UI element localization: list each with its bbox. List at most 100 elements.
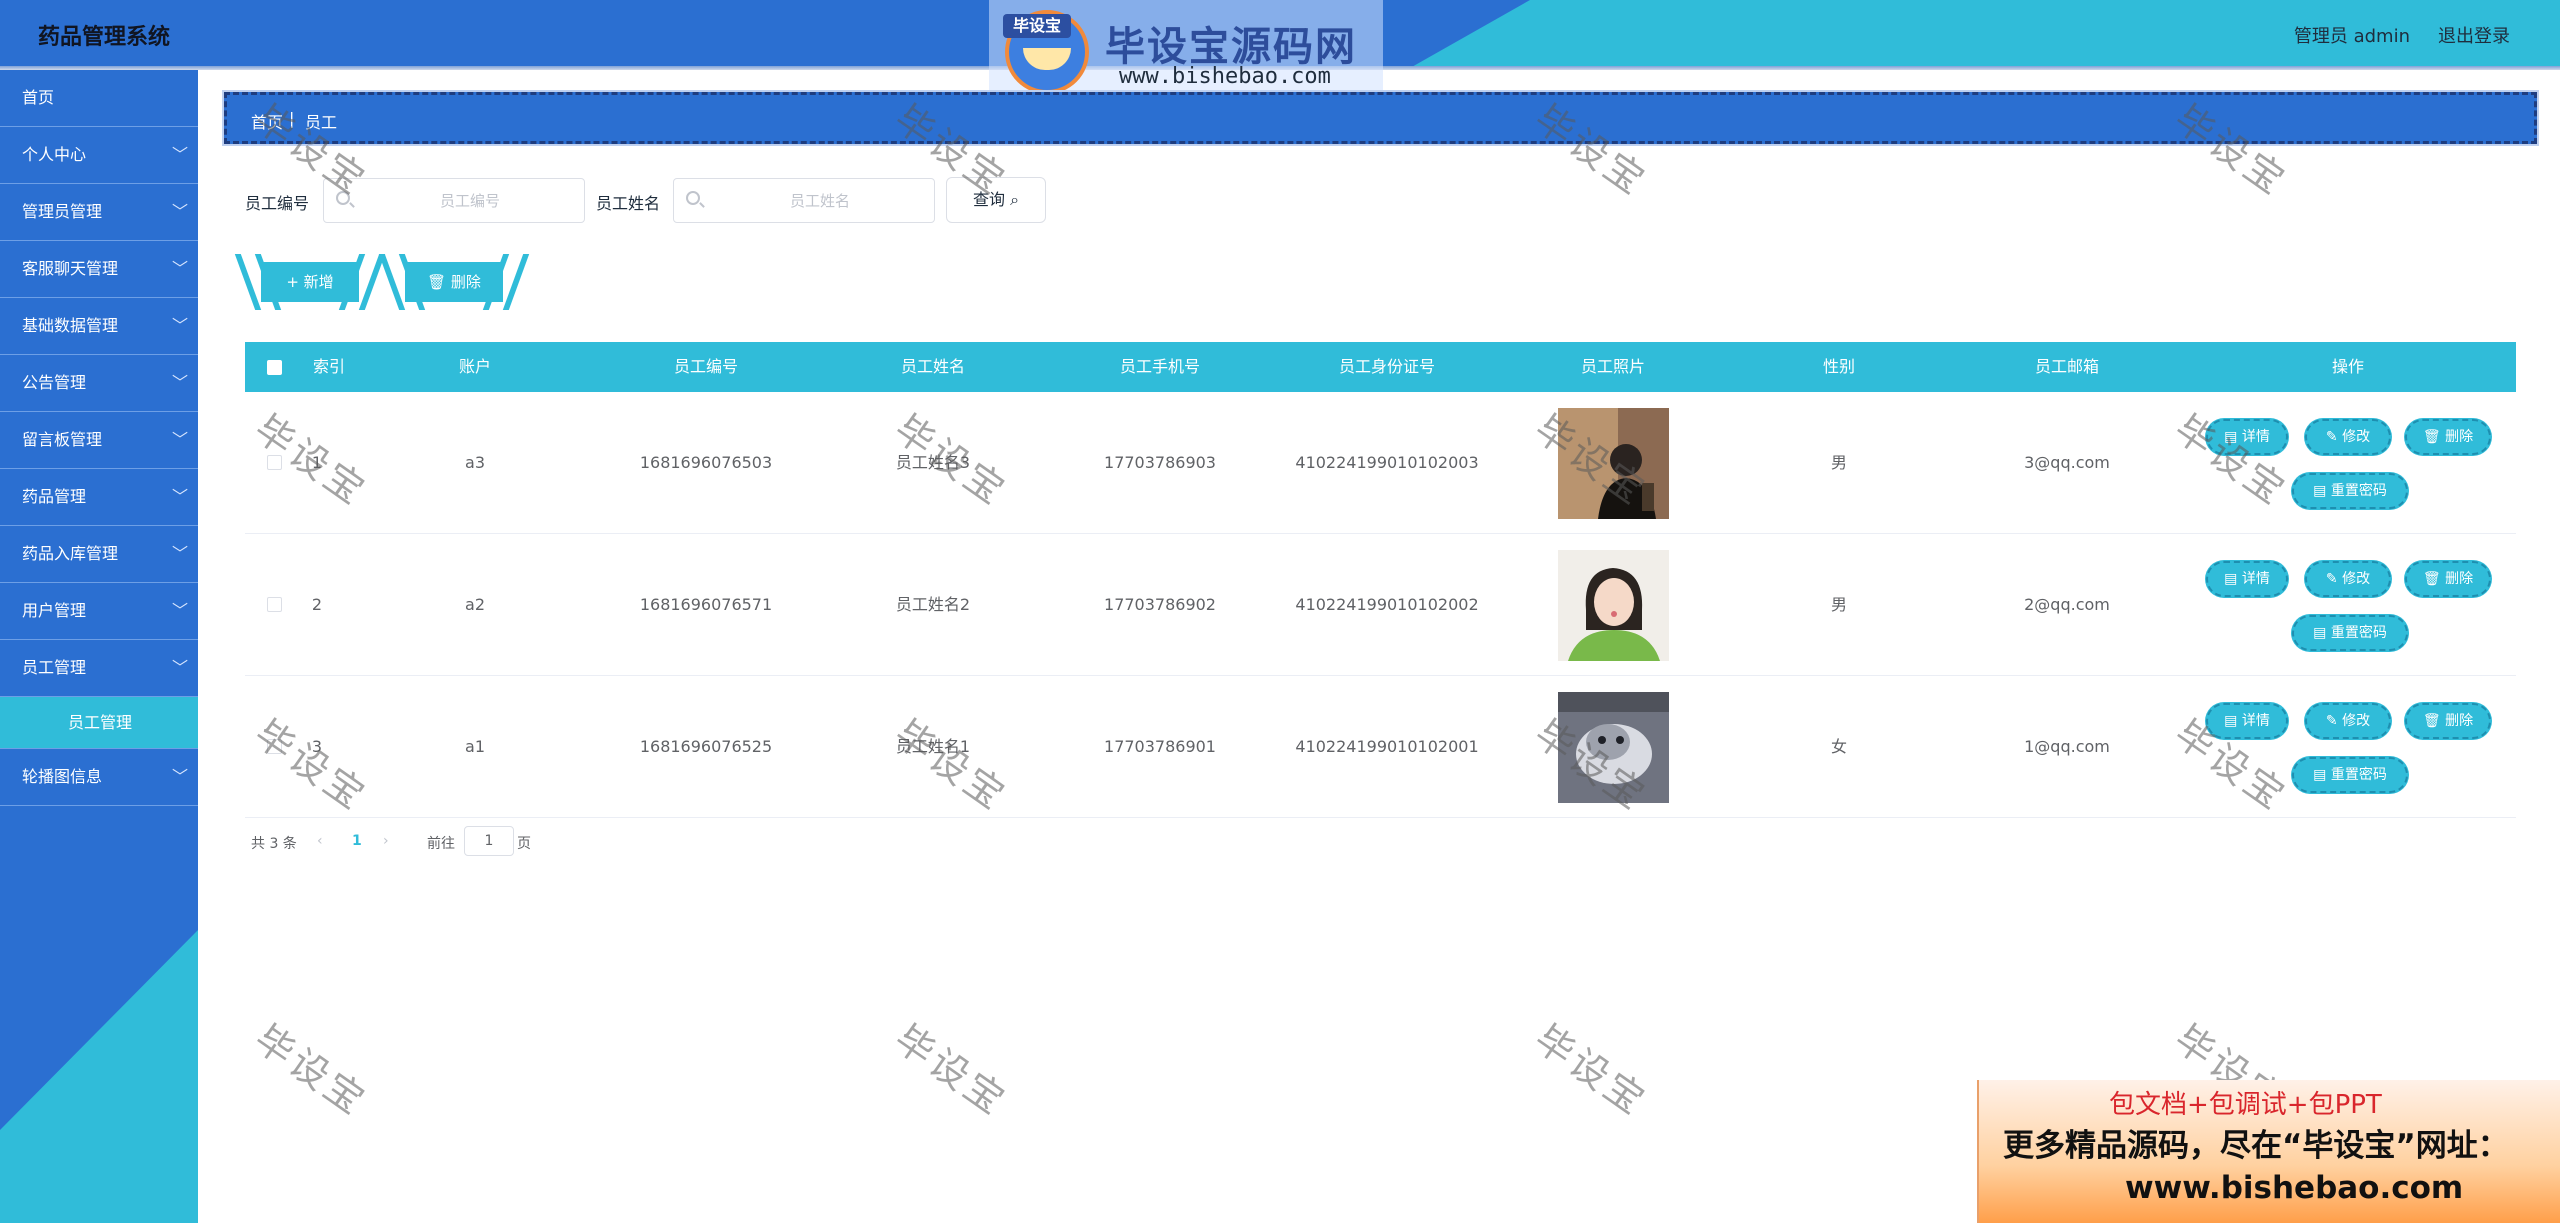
sidebar-item-label: 公告管理 (22, 373, 87, 392)
delete-button[interactable]: 🗑 删除 (2404, 418, 2492, 456)
sidebar-item-staff[interactable]: 员工管理 ﹀ (0, 640, 198, 697)
delete-button[interactable]: 🗑 删除 (2404, 560, 2492, 598)
bulk-delete-button[interactable]: 🗑 删除 (405, 262, 503, 302)
prev-page-icon[interactable]: ‹ (317, 833, 323, 849)
reset-label: 重置密码 (2330, 483, 2387, 499)
add-button[interactable]: + 新增 (261, 262, 359, 302)
detail-label: 详情 (2241, 429, 2270, 445)
row-checkbox[interactable] (267, 455, 282, 470)
reset-password-button[interactable]: ▤ 重置密码 (2291, 472, 2409, 510)
sidebar-item-label: 首页 (22, 88, 55, 107)
cell-code: 1681696076525 (639, 737, 773, 756)
sidebar-subitem-staff-manage[interactable]: 员工管理 (0, 697, 198, 749)
cell-gender: 男 (1830, 595, 1848, 614)
promo-line-1: 包文档+包调试+包PPT (2109, 1090, 2382, 1120)
reset-password-button[interactable]: ▤ 重置密码 (2291, 614, 2409, 652)
delete-label: 删除 (2445, 429, 2474, 445)
logo-tag: 毕设宝 (1003, 14, 1071, 38)
employee-name-search[interactable] (673, 178, 935, 223)
sidebar-item-messages[interactable]: 留言板管理 ﹀ (0, 412, 198, 469)
trash-icon: 🗑 (2422, 571, 2446, 587)
logout-link[interactable]: 退出登录 (2438, 22, 2510, 48)
query-button[interactable]: 查询 ⌕ (946, 177, 1046, 223)
chevron-down-icon: ﹀ (171, 430, 188, 449)
sidebar-item-label: 客服聊天管理 (22, 259, 119, 278)
sidebar: 首页 个人中心 ﹀ 管理员管理 ﹀ 客服聊天管理 ﹀ 基础数据管理 ﹀ 公告管理 ﹀ 留言… (0, 70, 198, 1223)
edit-button[interactable]: ✎ 修改 (2304, 418, 2392, 456)
row-checkbox[interactable] (267, 597, 282, 612)
next-page-icon[interactable]: › (383, 833, 389, 849)
sidebar-item-label: 用户管理 (22, 601, 87, 620)
sidebar-item-carousel[interactable]: 轮播图信息 ﹀ (0, 749, 198, 806)
goto-page-input[interactable]: 1 (464, 826, 514, 856)
column-header: 性别 (1822, 357, 1856, 376)
cell-email: 2@qq.com (2024, 595, 2110, 614)
pencil-icon: ✎ (2325, 571, 2343, 587)
sidebar-item-drugs[interactable]: 药品管理 ﹀ (0, 469, 198, 526)
edit-button[interactable]: ✎ 修改 (2304, 560, 2392, 598)
breadcrumb-separator: | (289, 109, 295, 128)
chevron-down-icon: ﹀ (171, 544, 188, 563)
cell-account: a2 (465, 595, 485, 614)
column-header: 员工身份证号 (1338, 357, 1436, 376)
app-title: 药品管理系统 (38, 25, 171, 50)
cell-account: a3 (465, 453, 485, 472)
sidebar-item-label: 轮播图信息 (22, 767, 103, 786)
detail-button[interactable]: ▤ 详情 (2205, 418, 2289, 456)
cell-gender: 男 (1830, 453, 1848, 472)
chevron-down-icon: ﹀ (171, 202, 188, 221)
trash-icon: 🗑 (2422, 429, 2446, 445)
goto-label: 前往 (427, 836, 455, 852)
detail-button[interactable]: ▤ 详情 (2205, 702, 2289, 740)
chevron-down-icon: ﹀ (171, 487, 188, 506)
cell-gender: 女 (1830, 737, 1848, 756)
page-number[interactable]: 1 (352, 833, 362, 849)
sidebar-item-label: 员工管理 (22, 658, 87, 677)
sidebar-item-admins[interactable]: 管理员管理 ﹀ (0, 184, 198, 241)
sidebar-item-home[interactable]: 首页 (0, 70, 198, 127)
document-icon: ▤ (2313, 767, 2331, 783)
cell-code: 1681696076571 (639, 595, 773, 614)
column-header: 操作 (2331, 357, 2365, 376)
employee-code-input[interactable] (360, 179, 580, 222)
employee-code-search[interactable] (323, 178, 585, 223)
breadcrumb-current: 员工 (305, 113, 338, 132)
cell-idcard: 410224199010102001 (1295, 737, 1479, 756)
sidebar-item-notices[interactable]: 公告管理 ﹀ (0, 355, 198, 412)
row-checkbox[interactable] (267, 739, 282, 754)
pencil-icon: ✎ (2325, 713, 2343, 729)
sidebar-item-profile[interactable]: 个人中心 ﹀ (0, 127, 198, 184)
sidebar-item-chat[interactable]: 客服聊天管理 ﹀ (0, 241, 198, 298)
edit-button[interactable]: ✎ 修改 (2304, 702, 2392, 740)
query-label: 查询 (972, 190, 1005, 209)
reset-label: 重置密码 (2330, 625, 2387, 641)
reset-password-button[interactable]: ▤ 重置密码 (2291, 756, 2409, 794)
edit-label: 修改 (2342, 713, 2371, 729)
cell-name: 员工姓名3 (895, 453, 971, 472)
sidebar-item-label: 管理员管理 (22, 202, 103, 221)
cell-index: 3 (311, 737, 323, 756)
trash-icon: 🗑 (427, 273, 451, 291)
delete-button[interactable]: 🗑 删除 (2404, 702, 2492, 740)
trash-icon: 🗑 (2422, 713, 2446, 729)
search-icon: ⌕ (1010, 190, 1020, 209)
delete-label: 删除 (2445, 571, 2474, 587)
cell-email: 1@qq.com (2024, 737, 2110, 756)
sidebar-item-label: 药品管理 (22, 487, 87, 506)
select-all-checkbox[interactable] (267, 360, 282, 375)
page-unit-label: 页 (517, 836, 531, 852)
breadcrumb-home[interactable]: 首页 (251, 109, 283, 133)
detail-button[interactable]: ▤ 详情 (2205, 560, 2289, 598)
sidebar-item-drug-stock[interactable]: 药品入库管理 ﹀ (0, 526, 198, 583)
search-icon (336, 191, 350, 205)
column-header: 员工照片 (1580, 357, 1646, 376)
cell-name: 员工姓名2 (895, 595, 971, 614)
promo-line-3: www.bishebao.com (2125, 1170, 2464, 1206)
cell-idcard: 410224199010102002 (1295, 595, 1479, 614)
employee-table: 索引 账户 员工编号 员工姓名 员工手机号 员工身份证号 员工照片 性别 员工邮… (245, 342, 2516, 818)
current-user: 管理员 admin (2293, 26, 2410, 47)
employee-name-input[interactable] (710, 179, 930, 222)
table-header: 索引 账户 员工编号 员工姓名 员工手机号 员工身份证号 员工照片 性别 员工邮… (245, 342, 2516, 392)
sidebar-item-basic-data[interactable]: 基础数据管理 ﹀ (0, 298, 198, 355)
sidebar-item-users[interactable]: 用户管理 ﹀ (0, 583, 198, 640)
